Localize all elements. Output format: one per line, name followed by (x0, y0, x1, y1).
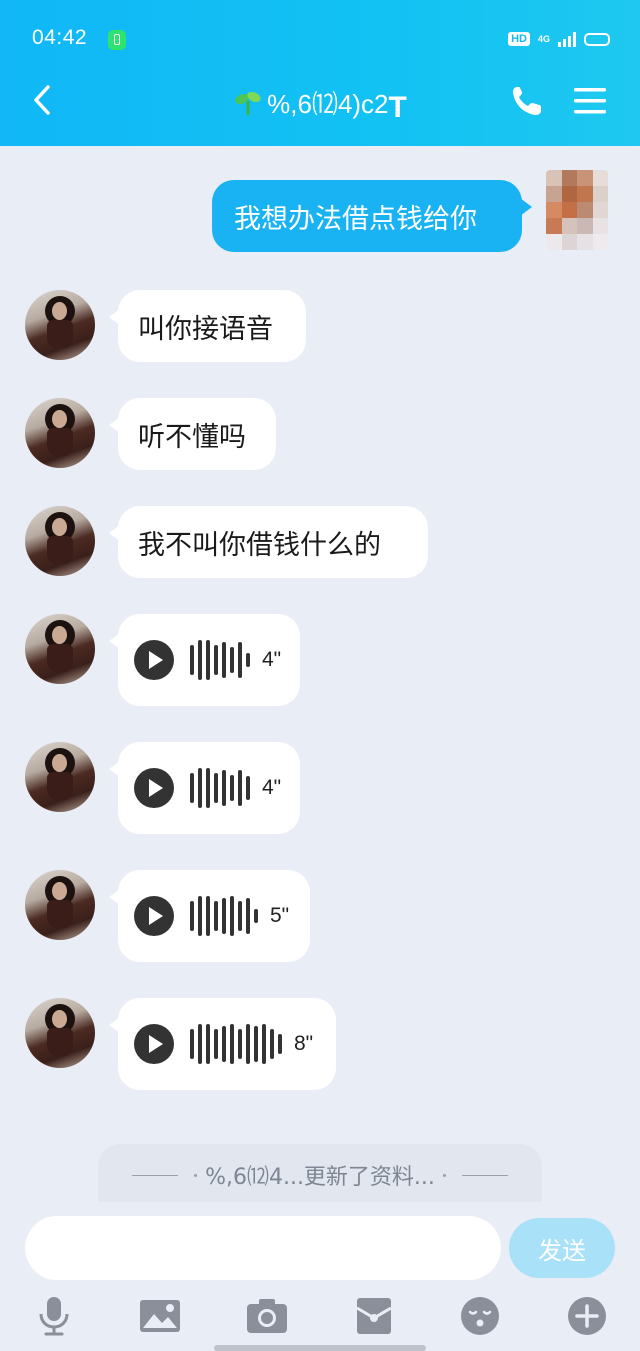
sprout-icon (233, 90, 263, 123)
send-button[interactable]: 发送 (509, 1218, 615, 1278)
status-icons: HD 4G (508, 28, 610, 50)
play-icon[interactable] (134, 896, 174, 936)
camera-icon (247, 1299, 287, 1333)
status-time: 04:42 (32, 26, 88, 49)
divider-dot (194, 1173, 198, 1177)
voice-duration: 4" (262, 776, 282, 799)
voice-message-bubble[interactable]: 8" (109, 998, 336, 1090)
message-text: 我想办法借点钱给你 (234, 203, 477, 235)
message-input[interactable] (25, 1216, 501, 1280)
play-icon[interactable] (134, 640, 174, 680)
waveform-icon (190, 1022, 282, 1066)
contact-avatar[interactable] (25, 742, 95, 812)
network-label: 4G (537, 33, 550, 44)
message-text: 我不叫你借钱什么的 (138, 529, 381, 561)
message-bubble-outgoing[interactable]: 我想办法借点钱给你 (212, 180, 532, 252)
my-avatar[interactable] (546, 170, 608, 250)
chat-title-suffix: T (388, 91, 407, 124)
divider-dot (442, 1173, 446, 1177)
status-bar: 04:42 HD 4G (0, 0, 640, 80)
voice-message-bubble[interactable]: 4" (109, 614, 300, 706)
play-icon[interactable] (134, 1024, 174, 1064)
contact-avatar[interactable] (25, 870, 95, 940)
battery-icon (584, 32, 610, 46)
chat-title-text: %,6⑿4)c2 (267, 89, 389, 119)
gallery-button[interactable] (138, 1294, 182, 1338)
chevron-left-icon (34, 85, 50, 115)
message-bubble-incoming[interactable]: 听不懂吗 (109, 398, 276, 470)
contact-avatar[interactable] (25, 998, 95, 1068)
message-text: 叫你接语音 (138, 313, 273, 345)
hd-badge: HD (508, 32, 530, 46)
voice-duration: 4" (262, 648, 282, 671)
plus-icon (568, 1297, 606, 1335)
voice-input-button[interactable] (32, 1294, 76, 1338)
notification-app-icon (108, 30, 126, 50)
waveform-icon (190, 766, 250, 810)
camera-button[interactable] (245, 1294, 289, 1338)
emoji-button[interactable] (458, 1294, 502, 1338)
more-button[interactable] (565, 1294, 609, 1338)
phone-icon (513, 87, 541, 115)
profile-update-notice[interactable]: %,6⑿4...更新了资料... (98, 1144, 542, 1206)
call-button[interactable] (508, 82, 546, 120)
contact-avatar[interactable] (25, 290, 95, 360)
notice-text: %,6⑿4...更新了资料... (205, 1165, 435, 1190)
voice-message-bubble[interactable]: 4" (109, 742, 300, 834)
composer: 发送 (0, 1202, 640, 1351)
message-text: 听不懂吗 (138, 421, 246, 453)
composer-toolbar (0, 1294, 640, 1344)
message-bubble-incoming[interactable]: 我不叫你借钱什么的 (109, 506, 428, 578)
play-icon[interactable] (134, 768, 174, 808)
waveform-icon (190, 894, 258, 938)
menu-button[interactable] (572, 84, 608, 118)
signal-icon (558, 31, 576, 47)
contact-avatar[interactable] (25, 506, 95, 576)
red-packet-icon (356, 1298, 392, 1334)
contact-avatar[interactable] (25, 398, 95, 468)
chat-header: 04:42 HD 4G %,6⑿4)c2T (0, 0, 640, 146)
home-indicator[interactable] (214, 1345, 426, 1351)
emoji-icon (461, 1297, 499, 1335)
back-button[interactable] (24, 80, 64, 120)
chat-title[interactable]: %,6⑿4)c2T (120, 84, 520, 125)
divider-line (132, 1174, 179, 1176)
image-icon (140, 1300, 180, 1332)
divider-line (461, 1174, 508, 1176)
voice-duration: 8" (294, 1032, 314, 1055)
voice-message-bubble[interactable]: 5" (109, 870, 310, 962)
contact-avatar[interactable] (25, 614, 95, 684)
hamburger-menu-icon (574, 88, 606, 114)
waveform-icon (190, 638, 250, 682)
message-bubble-incoming[interactable]: 叫你接语音 (109, 290, 306, 362)
microphone-icon (39, 1297, 69, 1336)
red-packet-button[interactable] (352, 1294, 396, 1338)
voice-duration: 5" (270, 904, 290, 927)
